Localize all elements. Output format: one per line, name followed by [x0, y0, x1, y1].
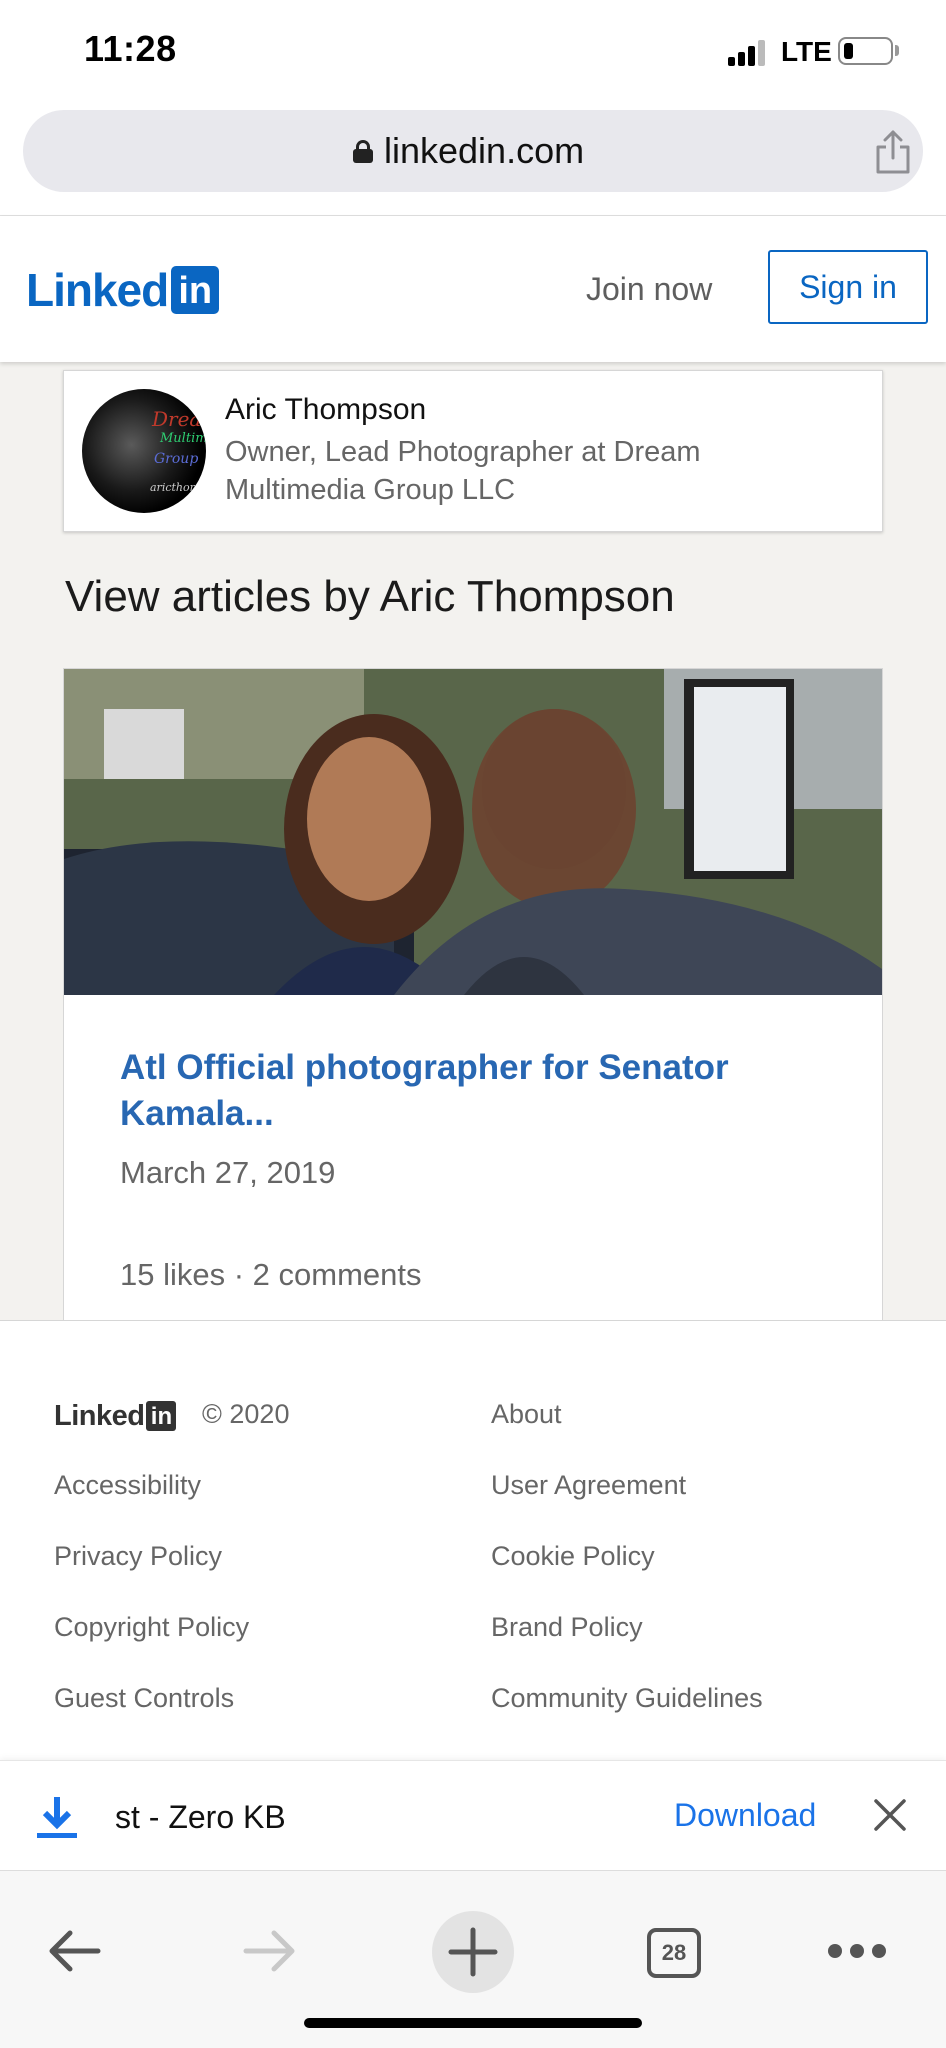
footer-link-accessibility[interactable]: Accessibility — [54, 1470, 201, 1501]
network-label: LTE — [781, 36, 832, 67]
author-profile-card[interactable]: Dream Multimedia Group aricthompson Aric… — [63, 370, 883, 532]
article-image[interactable] — [64, 669, 882, 995]
status-time: 11:28 — [84, 28, 177, 69]
address-bar[interactable]: linkedin.com — [23, 110, 923, 192]
download-bar: st - Zero KB Download — [0, 1760, 946, 1870]
more-dots-icon[interactable] — [826, 1941, 888, 1961]
article-card[interactable]: Atl Official photographer for Senator Ka… — [63, 668, 883, 1332]
forward-arrow-icon[interactable] — [240, 1921, 300, 1981]
article-stats: 15 likes · 2 comments — [120, 1257, 422, 1292]
close-icon[interactable] — [870, 1795, 910, 1835]
article-title[interactable]: Atl Official photographer for Senator Ka… — [120, 1045, 820, 1137]
footer-copyright: © 2020 — [202, 1399, 290, 1429]
new-tab-button[interactable] — [432, 1911, 514, 1993]
download-button[interactable]: Download — [674, 1797, 816, 1834]
back-arrow-icon[interactable] — [44, 1921, 104, 1981]
footer-link-cookie-policy[interactable]: Cookie Policy — [491, 1541, 655, 1572]
join-now-link[interactable]: Join now — [586, 271, 712, 308]
home-indicator — [304, 2018, 642, 2028]
battery-nub — [895, 45, 899, 56]
profile-headline: Owner, Lead Photographer at Dream Multim… — [225, 436, 701, 506]
download-icon — [37, 1797, 77, 1838]
articles-heading: View articles by Aric Thompson — [65, 572, 675, 621]
status-bar: 11:28 LTE — [0, 0, 946, 104]
footer-link-copyright-policy[interactable]: Copyright Policy — [54, 1612, 249, 1643]
browser-url-area: linkedin.com — [0, 104, 946, 216]
profile-name[interactable]: Aric Thompson — [225, 393, 426, 427]
footer-link-about[interactable]: About — [491, 1399, 562, 1430]
tab-switcher-button[interactable]: 28 — [647, 1928, 701, 1978]
footer-linkedin-logo[interactable]: Linked in — [54, 1399, 177, 1433]
article-date: March 27, 2019 — [120, 1155, 336, 1190]
article-photo-illustration — [64, 669, 882, 995]
linkedin-logo[interactable]: Linked in — [26, 264, 220, 316]
footer-link-guest-controls[interactable]: Guest Controls — [54, 1683, 234, 1714]
footer-link-brand-policy[interactable]: Brand Policy — [491, 1612, 643, 1643]
signal-icon — [728, 40, 768, 66]
battery-icon — [838, 37, 893, 65]
site-footer: Linked in © 2020 About Accessibility Use… — [0, 1320, 946, 1760]
url-text[interactable]: linkedin.com — [384, 130, 584, 172]
sign-in-button[interactable]: Sign in — [768, 250, 928, 324]
plus-icon — [448, 1927, 498, 1977]
footer-link-privacy-policy[interactable]: Privacy Policy — [54, 1541, 222, 1572]
download-file-name: st - Zero KB — [115, 1799, 286, 1835]
site-header: Linked in Join now Sign in — [0, 216, 946, 362]
footer-link-user-agreement[interactable]: User Agreement — [491, 1470, 686, 1501]
share-icon[interactable] — [873, 128, 913, 176]
footer-link-community-guidelines[interactable]: Community Guidelines — [491, 1683, 763, 1714]
avatar[interactable]: Dream Multimedia Group aricthompson — [82, 389, 206, 513]
lock-icon — [353, 140, 373, 163]
